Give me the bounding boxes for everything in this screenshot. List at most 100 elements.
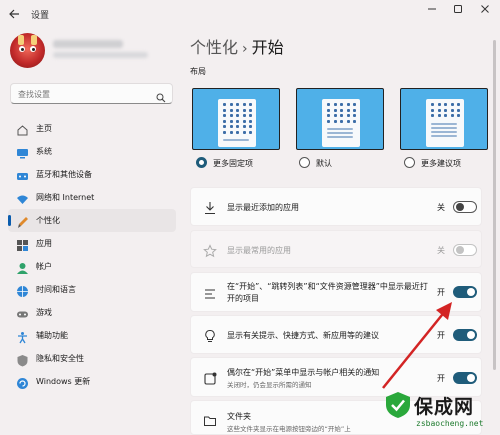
app-tile bbox=[327, 114, 330, 117]
app-tile bbox=[223, 130, 226, 134]
sidebar-item-label: 辅助功能 bbox=[36, 331, 68, 340]
app-tile bbox=[450, 114, 454, 117]
sidebar-item-windows-update[interactable]: Windows 更新 bbox=[8, 370, 176, 393]
app-tile bbox=[444, 103, 447, 106]
toggle-state-label: 关 bbox=[437, 203, 445, 212]
close-icon[interactable] bbox=[474, 4, 496, 18]
app-tile bbox=[249, 108, 252, 112]
app-tile bbox=[249, 103, 252, 106]
layout-thumbnail[interactable] bbox=[192, 88, 280, 150]
setting-label-line2: 开的项目 bbox=[227, 294, 259, 303]
sidebar-item-label: 个性化 bbox=[36, 216, 60, 225]
avatar-eye bbox=[19, 46, 25, 52]
toggle-switch-off[interactable] bbox=[453, 201, 477, 213]
arrow-left-icon[interactable] bbox=[8, 8, 24, 22]
sidebar-item-system[interactable]: 系统 bbox=[8, 140, 176, 163]
app-tile bbox=[242, 130, 246, 134]
avatar[interactable] bbox=[10, 33, 45, 68]
toggle-knob bbox=[467, 288, 475, 296]
app-tile bbox=[242, 125, 246, 128]
sidebar-item-gaming[interactable]: 游戏 bbox=[8, 301, 176, 324]
toggle-knob bbox=[467, 331, 475, 339]
sidebar-item-accounts[interactable]: 帐户 bbox=[8, 255, 176, 278]
recommendation-line bbox=[327, 136, 353, 138]
app-tile bbox=[236, 103, 239, 106]
minimize-icon[interactable] bbox=[421, 4, 443, 18]
radio-label: 默认 bbox=[316, 159, 332, 168]
layout-option-default[interactable] bbox=[296, 88, 384, 150]
setting-recently-added-apps[interactable]: 显示最近添加的应用 关 bbox=[190, 187, 482, 226]
layout-option-more-pins[interactable] bbox=[192, 88, 280, 150]
layout-option-more-recommendations[interactable] bbox=[400, 88, 488, 150]
sidebar-item-label: Windows 更新 bbox=[36, 377, 91, 386]
radio-label: 更多建议项 bbox=[421, 159, 461, 168]
breadcrumb-parent[interactable]: 个性化 bbox=[190, 38, 238, 57]
app-tile bbox=[353, 119, 356, 123]
app-tile bbox=[346, 114, 350, 117]
radio-button-selected[interactable] bbox=[196, 157, 207, 168]
layout-thumbnail[interactable] bbox=[296, 88, 384, 150]
app-tile bbox=[242, 114, 246, 117]
avatar-eye bbox=[30, 46, 36, 52]
sidebar-item-bluetooth[interactable]: 蓝牙和其他设备 bbox=[8, 163, 176, 186]
maximize-icon[interactable] bbox=[447, 4, 469, 18]
search-icon[interactable] bbox=[156, 88, 166, 103]
layout-thumbnail[interactable] bbox=[400, 88, 488, 150]
profile-name-blurred bbox=[53, 40, 123, 48]
sidebar-item-label: 系统 bbox=[36, 147, 52, 156]
star-icon bbox=[203, 243, 217, 258]
avatar-horn bbox=[31, 35, 37, 45]
app-tile bbox=[229, 130, 233, 134]
sidebar-nav: 主页 系统 蓝牙和其他设备 网络和 Internet 个性化 应用 帐户 时间和… bbox=[8, 117, 176, 393]
toggle-switch-disabled bbox=[453, 244, 477, 256]
person-icon bbox=[16, 260, 29, 274]
app-tile bbox=[236, 130, 239, 134]
sidebar-item-privacy[interactable]: 隐私和安全性 bbox=[8, 347, 176, 370]
app-tile bbox=[229, 114, 233, 117]
app-tile bbox=[327, 119, 330, 123]
app-tile bbox=[353, 103, 356, 106]
shield-icon bbox=[16, 352, 29, 367]
app-tile bbox=[353, 108, 356, 112]
app-tile bbox=[437, 103, 441, 106]
app-tile bbox=[242, 119, 246, 123]
app-title: 设置 bbox=[31, 11, 50, 21]
app-tile bbox=[333, 108, 337, 112]
sidebar-item-apps[interactable]: 应用 bbox=[8, 232, 176, 255]
watermark-text: 保成网 bbox=[414, 396, 475, 418]
sidebar-item-personalization[interactable]: 个性化 bbox=[8, 209, 176, 232]
app-tile bbox=[346, 108, 350, 112]
folder-icon bbox=[203, 413, 217, 427]
setting-label: 偶尔在“开始”菜单中显示与帐户相关的通知 bbox=[227, 368, 380, 377]
app-tile bbox=[327, 103, 330, 106]
radio-button[interactable] bbox=[299, 157, 310, 168]
scrollbar[interactable] bbox=[493, 40, 496, 370]
app-tile bbox=[346, 119, 350, 123]
setting-description: 关闭时，仍会显示所需的通知 bbox=[227, 381, 312, 389]
sidebar-item-label: 隐私和安全性 bbox=[36, 354, 84, 363]
search-input[interactable]: 查找设置 bbox=[10, 83, 173, 104]
app-tile bbox=[236, 108, 239, 112]
app-tile bbox=[327, 108, 330, 112]
sidebar-item-network[interactable]: 网络和 Internet bbox=[8, 186, 176, 209]
start-menu-preview bbox=[218, 99, 256, 147]
globe-icon bbox=[16, 283, 29, 297]
sidebar-item-label: 时间和语言 bbox=[36, 285, 76, 294]
toggle-switch-on[interactable] bbox=[453, 286, 477, 298]
search-placeholder: 查找设置 bbox=[18, 90, 50, 99]
sidebar-item-time-language[interactable]: 时间和语言 bbox=[8, 278, 176, 301]
app-tile bbox=[229, 119, 233, 123]
breadcrumb-separator: › bbox=[242, 41, 248, 57]
sidebar-item-home[interactable]: 主页 bbox=[8, 117, 176, 140]
recommendation-line bbox=[431, 122, 457, 125]
radio-button[interactable] bbox=[404, 157, 415, 168]
setting-label: 显示最近添加的应用 bbox=[227, 203, 299, 212]
toggle-knob bbox=[456, 246, 464, 254]
home-icon bbox=[16, 122, 29, 136]
app-tile bbox=[223, 119, 226, 123]
watermark: 保成网 zsbaocheng.net bbox=[380, 388, 500, 435]
update-icon bbox=[16, 375, 29, 389]
sidebar-item-accessibility[interactable]: 辅助功能 bbox=[8, 324, 176, 347]
app-tile bbox=[457, 114, 460, 117]
app-tile bbox=[333, 119, 337, 123]
